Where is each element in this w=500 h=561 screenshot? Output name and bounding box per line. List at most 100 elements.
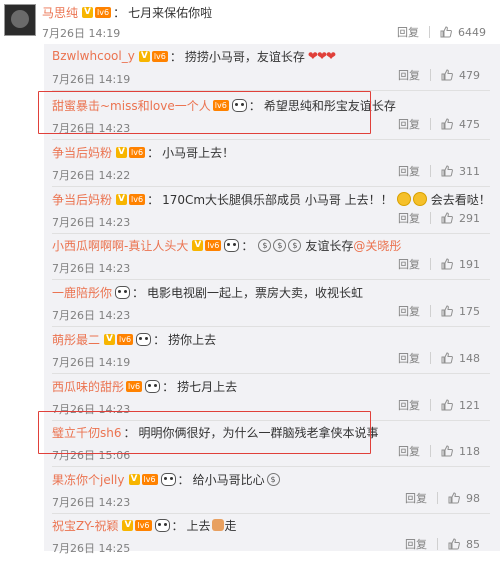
highlight-box	[38, 91, 371, 134]
reply-text: 给小马哥比心	[192, 472, 265, 487]
like-button[interactable]: 98	[448, 492, 480, 505]
reply-button[interactable]: 回复	[398, 67, 420, 83]
reply-text: 小马哥上去！	[162, 145, 235, 160]
like-count: 191	[459, 257, 480, 271]
like-button[interactable]: 85	[448, 538, 480, 551]
reply-author[interactable]: Bzwlwhcool_y	[52, 49, 135, 63]
panda-icon	[136, 332, 152, 346]
thumb-up-icon	[441, 352, 453, 364]
row-separator	[52, 233, 490, 234]
main-comment-time: 7月26日 14:19	[42, 27, 121, 40]
main-comment-text: 七月来保佑你啦	[128, 5, 213, 20]
reply-time: 7月26日 14:19	[52, 73, 131, 86]
thumb-up-icon	[441, 212, 453, 224]
like-count: 98	[466, 491, 480, 505]
like-button[interactable]: 479	[441, 69, 480, 82]
cat-emoji-icon	[211, 519, 224, 531]
reply-text: 170Cm大长腿俱乐部成员 小马哥 上去！！	[162, 192, 393, 207]
reply-author[interactable]: 小西瓜啊啊啊-真让人头大	[52, 237, 188, 254]
like-count: 85	[466, 537, 480, 551]
like-count: 118	[459, 444, 480, 458]
panda-icon	[145, 379, 161, 393]
thumb-up-icon	[448, 492, 460, 504]
mention-link[interactable]: @关晓彤	[353, 237, 401, 254]
like-count: 479	[459, 68, 480, 82]
thumb-up-icon	[441, 165, 453, 177]
main-comment-author[interactable]: 马思纯	[42, 4, 78, 21]
like-button[interactable]: 118	[441, 445, 480, 458]
reply-button[interactable]: 回复	[398, 256, 420, 272]
row-separator	[52, 466, 490, 467]
reply-author[interactable]: 争当后妈粉	[52, 191, 112, 208]
reply-button[interactable]: 回复	[398, 397, 420, 413]
row-separator	[52, 326, 490, 327]
reply-author[interactable]: 一鹿陪彤你	[52, 284, 112, 301]
reply-button[interactable]: 回复	[397, 24, 419, 40]
reply-text: 上去	[186, 518, 211, 533]
row-separator	[52, 373, 490, 374]
row-separator	[52, 186, 490, 187]
reply-button[interactable]: 回复	[398, 303, 420, 319]
reply-item: 萌彤最二 Vlv6：捞你上去 7月26日 14:19 回复 148	[52, 331, 480, 369]
reply-button[interactable]: 回复	[405, 490, 427, 506]
row-separator	[52, 139, 490, 140]
reply-time: 7月26日 14:23	[52, 309, 131, 322]
reply-item: 一鹿陪彤你：电影电视剧一起上，票房大卖，收视长虹 7月26日 14:23 回复 175	[52, 284, 480, 322]
like-count: 475	[459, 117, 480, 131]
panda-icon	[154, 518, 170, 532]
v-badge-icon: V	[104, 333, 116, 345]
reply-author[interactable]: 果冻你个jelly	[52, 471, 125, 488]
thumb-up-icon	[440, 26, 452, 38]
row-separator	[52, 513, 490, 514]
reply-time: 7月26日 14:22	[52, 169, 131, 182]
reply-text: 捞七月上去	[177, 379, 238, 394]
reply-author[interactable]: 萌彤最二	[52, 331, 100, 348]
reply-text: 友谊长存	[305, 238, 354, 253]
level-badge-icon: lv6	[151, 50, 168, 62]
level-badge-icon: lv6	[117, 333, 134, 345]
like-button[interactable]: 475	[441, 118, 480, 131]
v-badge-icon: V	[122, 519, 134, 531]
money-emoji-icon: $	[273, 238, 287, 252]
like-button[interactable]: 291	[441, 212, 480, 225]
panda-icon	[224, 238, 240, 252]
like-button[interactable]: 175	[441, 305, 480, 318]
reply-time: 7月26日 14:19	[52, 356, 131, 369]
like-button[interactable]: 148	[441, 352, 480, 365]
reply-author[interactable]: 西瓜味的甜彤	[52, 378, 124, 395]
reply-button[interactable]: 回复	[398, 116, 420, 132]
reply-button[interactable]: 回复	[405, 536, 427, 552]
reply-time: 7月26日 14:23	[52, 262, 131, 275]
thumb-up-icon	[441, 258, 453, 270]
v-badge-icon: V	[116, 146, 128, 158]
thumb-up-icon	[441, 445, 453, 457]
thumb-up-icon	[441, 118, 453, 130]
like-button[interactable]: 6449	[440, 26, 486, 39]
reply-button[interactable]: 回复	[398, 163, 420, 179]
like-button[interactable]: 191	[441, 258, 480, 271]
money-emoji-icon: $	[258, 238, 272, 252]
money-emoji-icon: $	[288, 238, 302, 252]
main-comment: 马思纯 V lv6 ： 七月来保佑你啦 7月26日 14:19 回复 6449	[0, 0, 500, 44]
like-button[interactable]: 311	[441, 165, 480, 178]
level-badge-icon: lv6	[205, 239, 222, 251]
v-badge-icon: V	[192, 239, 204, 251]
level-badge-icon: lv6	[95, 6, 112, 18]
reply-author[interactable]: 祝宝ZY-祝颖	[52, 517, 118, 534]
reply-time: 7月26日 14:23	[52, 216, 131, 229]
reply-item: 争当后妈粉 Vlv6：小马哥上去！ 7月26日 14:22 回复 311	[52, 144, 480, 183]
reply-item: Bzwlwhcool_y Vlv6：捞捞小马哥，友谊长存 ❤❤❤ 7月26日 14:1…	[52, 49, 480, 86]
avatar[interactable]	[4, 4, 36, 36]
level-badge-icon: lv6	[129, 193, 146, 205]
level-badge-icon: lv6	[126, 380, 143, 392]
like-count: 291	[459, 211, 480, 225]
panda-icon	[160, 472, 176, 486]
money-emoji-icon: $	[266, 472, 280, 486]
heart-emoji-icon: ❤❤❤	[307, 49, 336, 63]
like-button[interactable]: 121	[441, 399, 480, 412]
reply-author[interactable]: 争当后妈粉	[52, 144, 112, 161]
reply-button[interactable]: 回复	[398, 210, 420, 226]
reply-button[interactable]: 回复	[398, 350, 420, 366]
level-badge-icon: lv6	[141, 473, 158, 485]
reply-button[interactable]: 回复	[398, 443, 420, 459]
